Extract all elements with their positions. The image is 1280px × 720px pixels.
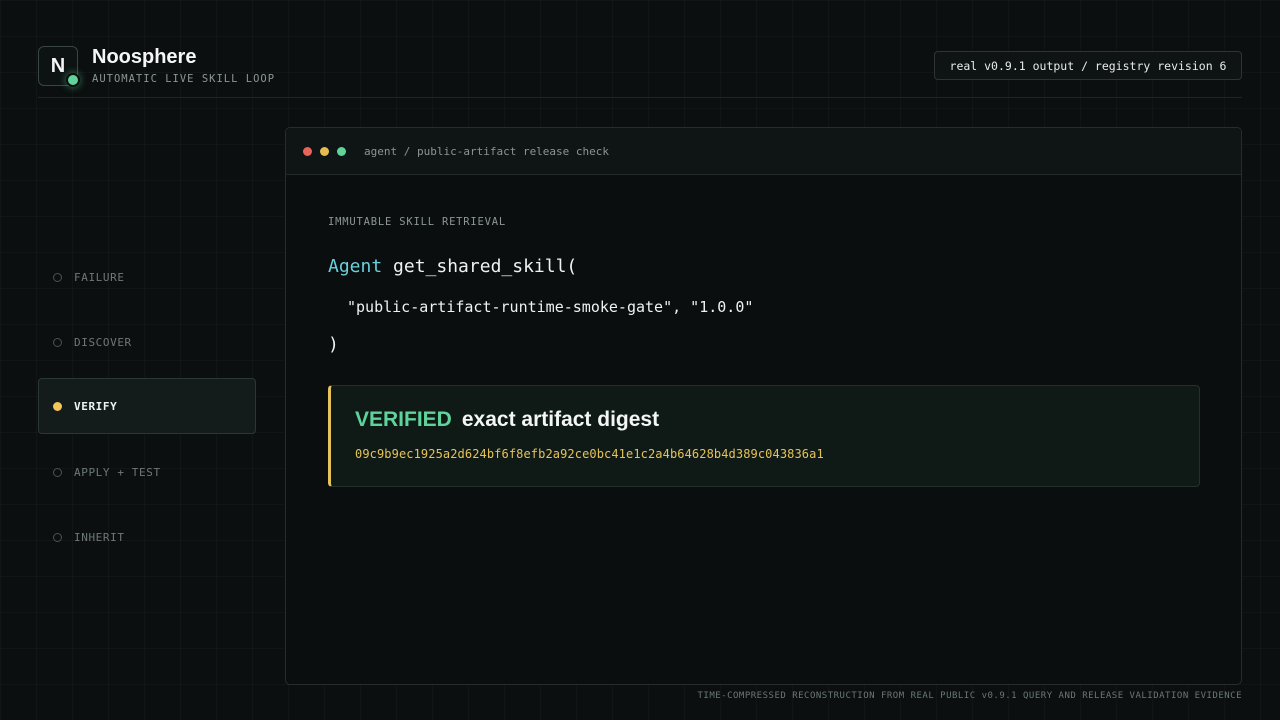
artifact-digest: 09c9b9ec1925a2d624bf6f8efb2a92ce0bc41e1c… (355, 447, 824, 461)
step-label: APPLY + TEST (74, 465, 161, 479)
step-dot-icon (53, 467, 62, 477)
step-label: INHERIT (74, 530, 125, 544)
step-dot-icon (53, 401, 62, 411)
window-titlebar: agent / public-artifact release check (286, 128, 1241, 175)
verification-result-card: VERIFIED exact artifact digest 09c9b9ec19… (328, 385, 1200, 487)
verification-heading: VERIFIED exact artifact digest (355, 408, 659, 432)
step-label: DISCOVER (74, 335, 132, 349)
verification-message: exact artifact digest (461, 408, 660, 431)
footer-caption: TIME-COMPRESSED RECONSTRUCTION FROM REAL… (697, 691, 1242, 701)
step-dot-icon (53, 532, 62, 542)
verified-status: VERIFIED (355, 408, 452, 431)
code-line-args: "public-artifact-runtime-smoke-gate", "1… (347, 298, 754, 316)
close-window-icon[interactable] (303, 146, 312, 156)
minimize-window-icon[interactable] (320, 146, 329, 156)
brand-name: Noosphere (92, 46, 197, 68)
header-divider (38, 97, 1242, 98)
step-discover[interactable]: DISCOVER (38, 314, 256, 370)
version-badge: real v0.9.1 output / registry revision 6 (934, 51, 1242, 80)
step-inherit[interactable]: INHERIT (38, 509, 256, 565)
step-label: FAILURE (74, 270, 125, 284)
logo-letter: N (50, 54, 66, 77)
step-dot-icon (53, 337, 62, 347)
code-function-call: get_shared_skill( (393, 256, 578, 277)
brand-subtitle: AUTOMATIC LIVE SKILL LOOP (92, 73, 276, 85)
step-failure[interactable]: FAILURE (38, 249, 256, 305)
step-verify[interactable]: VERIFY (38, 378, 256, 434)
step-label: VERIFY (74, 399, 118, 413)
step-dot-icon (53, 272, 62, 282)
window-title: agent / public-artifact release check (364, 144, 610, 158)
section-label: IMMUTABLE SKILL RETRIEVAL (328, 216, 507, 228)
terminal-window: agent / public-artifact release check IM… (285, 127, 1242, 685)
maximize-window-icon[interactable] (337, 146, 346, 156)
step-apply-test[interactable]: APPLY + TEST (38, 444, 256, 500)
code-line-close: ) (328, 334, 339, 355)
code-keyword: Agent (328, 256, 383, 277)
status-dot-icon (66, 73, 80, 87)
code-line-call: Agent get_shared_skill( (328, 256, 577, 277)
